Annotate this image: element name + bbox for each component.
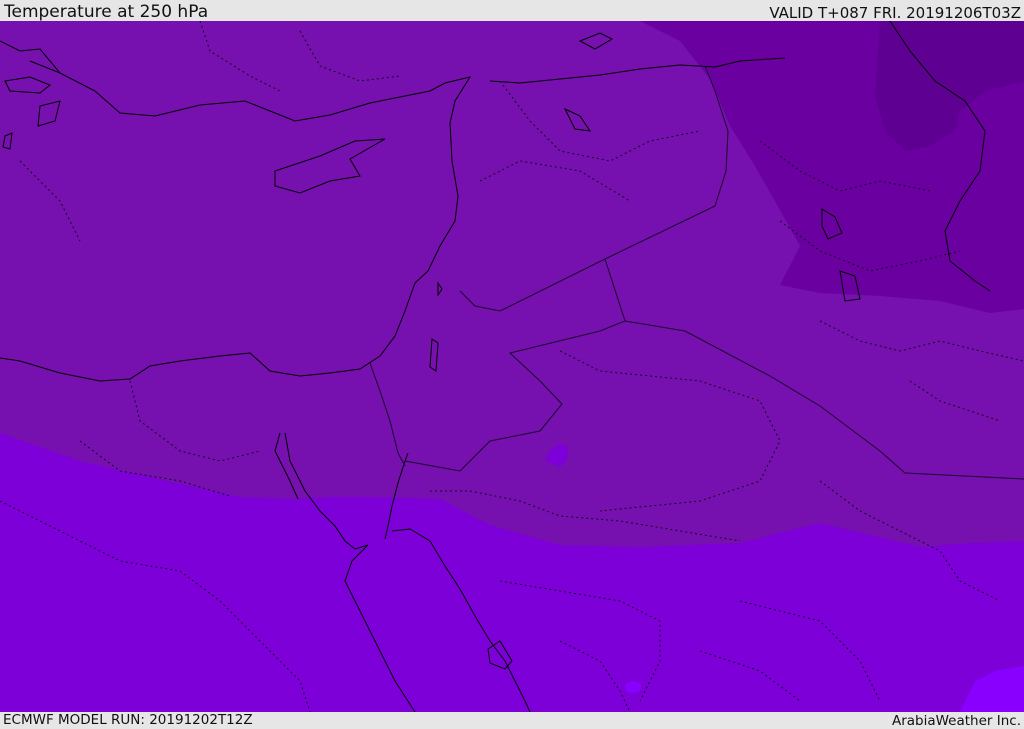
weather-map[interactable] <box>0 21 1024 712</box>
model-run-label: ECMWF MODEL RUN: 20191202T12Z <box>3 712 253 728</box>
valid-time: VALID T+087 FRI. 20191206T03Z <box>769 4 1021 22</box>
bottom-bar: ECMWF MODEL RUN: 20191202T12Z ArabiaWeat… <box>0 712 1024 729</box>
map-title: Temperature at 250 hPa <box>4 2 209 22</box>
top-bar: Temperature at 250 hPa VALID T+087 FRI. … <box>0 0 1024 21</box>
credit-label: ArabiaWeather Inc. <box>891 713 1021 729</box>
temperature-band-warmest-blob <box>625 681 641 693</box>
